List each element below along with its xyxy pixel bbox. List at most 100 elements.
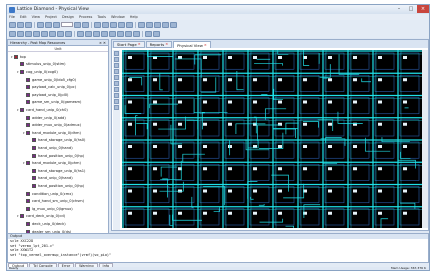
tree-item[interactable]: payload_calc_unip_0(pc) bbox=[23, 84, 76, 90]
tree-item[interactable]: card_hand_sm_unip_0(chsm) bbox=[23, 198, 84, 204]
zoom-in-icon[interactable] bbox=[114, 63, 119, 68]
menu-file[interactable]: File bbox=[9, 15, 15, 19]
tree-item[interactable]: game_unip_0(ldo5_cfg0) bbox=[23, 77, 76, 83]
table-icon[interactable] bbox=[162, 21, 169, 28]
close-icon[interactable]: × bbox=[165, 41, 168, 48]
tree-item[interactable]: payload_unip_0(pl0) bbox=[23, 92, 68, 98]
menu-view[interactable]: View bbox=[32, 15, 40, 19]
physical-view-canvas[interactable] bbox=[122, 50, 422, 228]
help-icon[interactable] bbox=[153, 30, 160, 37]
copy-icon[interactable] bbox=[45, 21, 52, 28]
tree-item[interactable]: hand_storage_unip_0(hs1) bbox=[29, 168, 85, 174]
vertical-scrollbar[interactable] bbox=[422, 50, 428, 228]
tree-item[interactable]: ▾ hand_module_unip_0(dhm) bbox=[23, 130, 81, 136]
pan-icon[interactable] bbox=[118, 21, 125, 28]
place-route-icon[interactable] bbox=[85, 30, 92, 37]
highlight-icon[interactable] bbox=[114, 93, 119, 98]
tree-item[interactable]: ▾ card_deck_unip_0(cd) bbox=[17, 214, 65, 220]
tab-start-page[interactable]: Start Page × bbox=[113, 41, 145, 48]
settings-icon[interactable] bbox=[145, 30, 152, 37]
menu-help[interactable]: Help bbox=[130, 15, 138, 19]
cut-icon[interactable] bbox=[37, 21, 44, 28]
tree-item[interactable]: deck_unip_0(deck) bbox=[23, 221, 66, 227]
route-icon[interactable] bbox=[114, 87, 119, 92]
tree-item[interactable]: ▾ top bbox=[11, 54, 26, 60]
slice-block bbox=[228, 122, 232, 126]
tree-item[interactable]: hand_position_unip_0(hp) bbox=[29, 183, 84, 189]
zoom-in-icon[interactable] bbox=[94, 21, 101, 28]
new-file-icon[interactable] bbox=[9, 21, 16, 28]
tree-item[interactable]: hand_position_unip_0(hp) bbox=[29, 153, 84, 159]
tree-item-label: hand_module_unip_0(dhm) bbox=[32, 130, 81, 135]
ruler-icon[interactable] bbox=[114, 81, 119, 86]
close-icon[interactable]: × bbox=[204, 42, 207, 49]
tree-item[interactable]: hand_storage_unip_0(hs0) bbox=[29, 138, 85, 144]
chip-icon[interactable] bbox=[154, 21, 161, 28]
timing-icon[interactable] bbox=[41, 30, 48, 37]
tree-item[interactable]: condition_unip_0(cmx) bbox=[23, 191, 73, 197]
zoom-out-icon[interactable] bbox=[102, 21, 109, 28]
toolbar-separator bbox=[91, 21, 92, 28]
tree-item[interactable]: adder_unip_0(add) bbox=[23, 115, 66, 121]
physical-view-icon[interactable] bbox=[33, 30, 40, 37]
tree-item[interactable]: ▾ hand_module_unip_0(phm) bbox=[23, 160, 81, 166]
tab-reports[interactable]: Reports × bbox=[145, 41, 173, 48]
bitstream-icon[interactable] bbox=[93, 30, 100, 37]
map-icon[interactable] bbox=[77, 30, 84, 37]
tree-item[interactable]: ▾ card_hand_unip_0(ch0) bbox=[17, 107, 68, 113]
strategy-icon[interactable] bbox=[133, 30, 140, 37]
menu-window[interactable]: Window bbox=[111, 15, 125, 19]
power-icon[interactable] bbox=[49, 30, 56, 37]
zoom-out-icon[interactable] bbox=[114, 69, 119, 74]
close-icon[interactable]: × bbox=[138, 41, 141, 48]
paste-icon[interactable] bbox=[53, 21, 60, 28]
reveal-icon[interactable] bbox=[57, 30, 64, 37]
menu-edit[interactable]: Edit bbox=[20, 15, 27, 19]
layer-icon[interactable] bbox=[114, 99, 119, 104]
pan-icon[interactable] bbox=[114, 57, 119, 62]
tree-item[interactable]: hand_unip_0(hand) bbox=[29, 176, 73, 182]
zoom-fit-icon[interactable] bbox=[114, 75, 119, 80]
close-icon[interactable]: × bbox=[417, 5, 429, 13]
module-icon bbox=[20, 214, 24, 219]
ipexpress-icon[interactable] bbox=[117, 30, 124, 37]
tree-item[interactable]: lg_mux_unip_0(lgmux) bbox=[23, 206, 73, 212]
maximize-icon[interactable]: □ bbox=[405, 5, 417, 13]
tree-item[interactable]: ▾ cog_unip_0(cog0) bbox=[17, 69, 58, 75]
logic-tile bbox=[299, 163, 320, 181]
floorplan-icon[interactable] bbox=[25, 30, 32, 37]
zoom-fit-icon[interactable] bbox=[110, 21, 117, 28]
minimize-icon[interactable]: – bbox=[393, 5, 405, 13]
tree-item[interactable]: hand_unip_0(hand) bbox=[29, 145, 73, 151]
run-icon[interactable] bbox=[74, 21, 81, 28]
output-panel: Output scle XXC22D set "vermo_lpt_201.c"… bbox=[7, 233, 429, 263]
logic-tile bbox=[349, 97, 370, 115]
stop-icon[interactable] bbox=[82, 21, 89, 28]
report-icon[interactable] bbox=[138, 21, 145, 28]
save-icon[interactable] bbox=[25, 21, 32, 28]
netlist-icon[interactable] bbox=[17, 30, 24, 37]
find-icon[interactable] bbox=[114, 105, 119, 110]
tree-item[interactable]: stimulus_unip_0(stim) bbox=[17, 62, 66, 68]
close-icon[interactable]: × ✕ bbox=[99, 41, 106, 45]
list-icon[interactable] bbox=[170, 21, 177, 28]
menu-process[interactable]: Process bbox=[79, 15, 92, 19]
simulate-icon[interactable] bbox=[101, 30, 108, 37]
grid-icon[interactable] bbox=[146, 21, 153, 28]
synthesis-icon[interactable] bbox=[109, 30, 116, 37]
tree-item[interactable]: adder_mux_unip_0(admux) bbox=[23, 122, 81, 128]
select-icon[interactable] bbox=[114, 51, 119, 56]
programmer-icon[interactable] bbox=[65, 30, 72, 37]
open-folder-icon[interactable] bbox=[17, 21, 24, 28]
tab-physical-view[interactable]: Physical View × bbox=[173, 41, 211, 48]
spreadsheet-icon[interactable] bbox=[9, 30, 16, 37]
menu-tools[interactable]: Tools bbox=[97, 15, 106, 19]
logic-tile bbox=[399, 74, 420, 92]
constraint-icon[interactable] bbox=[125, 30, 132, 37]
memory-usage: Mem Usage: 367,376 K bbox=[391, 266, 426, 270]
menu-project[interactable]: Project bbox=[45, 15, 57, 19]
menu-design[interactable]: Design bbox=[62, 15, 74, 19]
select-icon[interactable] bbox=[126, 21, 133, 28]
strategy-select[interactable] bbox=[61, 22, 73, 27]
tree-item[interactable]: game_sm_unip_0(gamesm) bbox=[23, 100, 81, 106]
